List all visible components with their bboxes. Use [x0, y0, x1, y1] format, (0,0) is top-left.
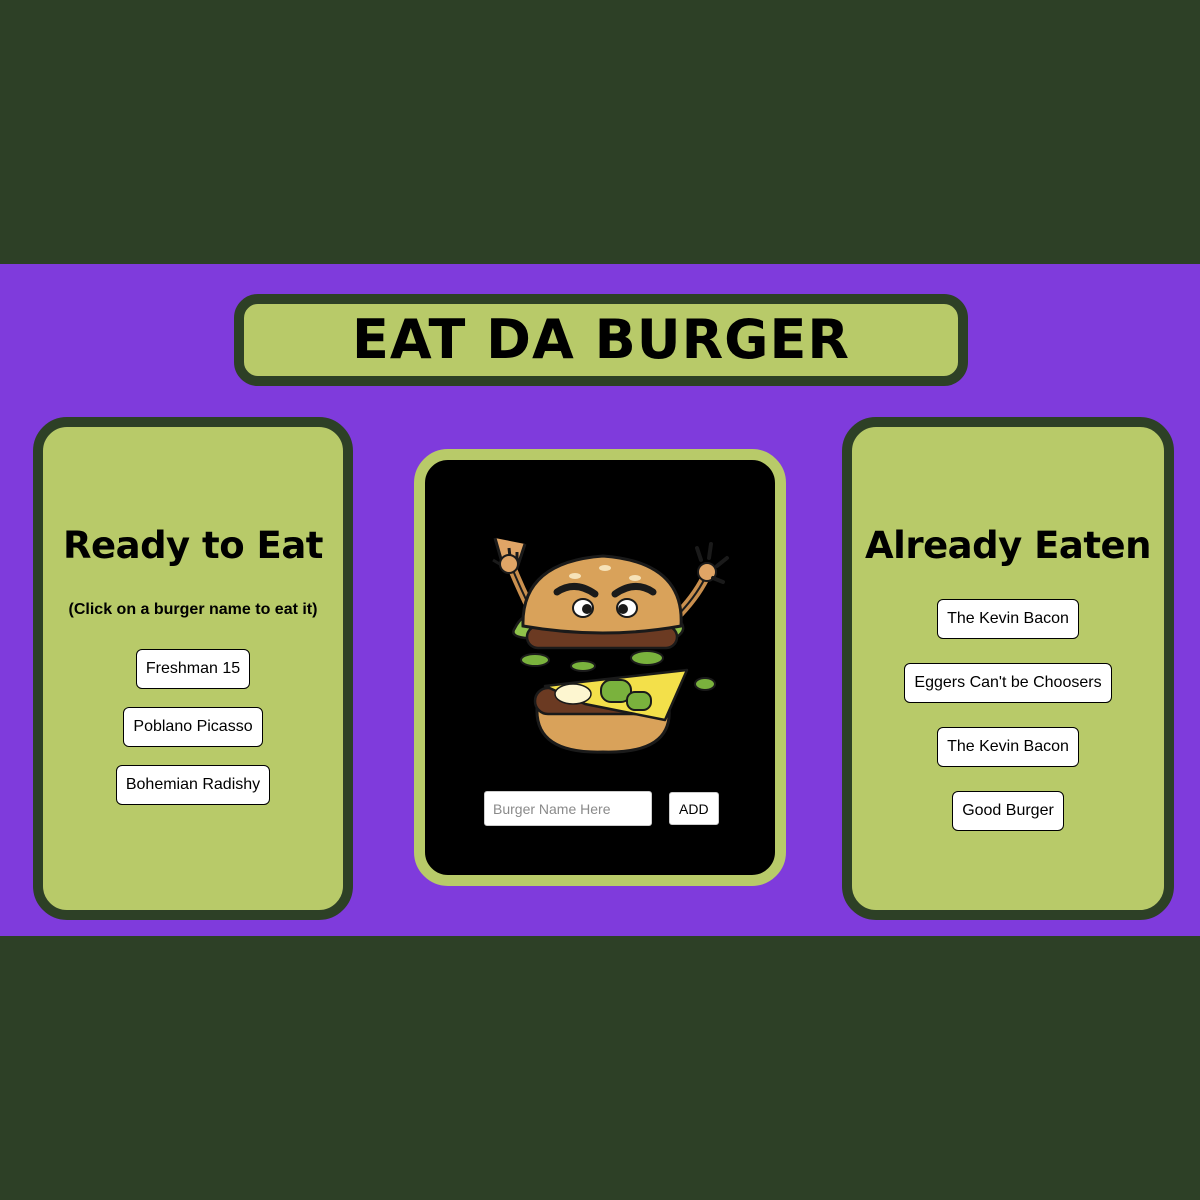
eaten-burger-list: The Kevin Bacon Eggers Can't be Choosers… — [852, 599, 1164, 831]
already-eaten-heading: Already Eaten — [865, 524, 1151, 567]
ready-burger-list: Freshman 15 Poblano Picasso Bohemian Rad… — [43, 649, 343, 805]
ready-to-eat-panel: Ready to Eat (Click on a burger name to … — [33, 417, 353, 920]
burger-name-input[interactable] — [484, 791, 652, 826]
eaten-burger-button[interactable]: The Kevin Bacon — [937, 599, 1079, 639]
burger-mascot-icon — [492, 537, 729, 754]
eaten-burger-button[interactable]: The Kevin Bacon — [937, 727, 1079, 767]
eat-instruction: (Click on a burger name to eat it) — [68, 601, 318, 618]
ready-burger-button[interactable]: Bohemian Radishy — [115, 765, 271, 805]
eaten-burger-button[interactable]: Eggers Can't be Choosers — [904, 663, 1112, 703]
eaten-burger-button[interactable]: Good Burger — [952, 791, 1064, 831]
ready-burger-button[interactable]: Freshman 15 — [135, 649, 251, 689]
page-title-box: EAT DA BURGER — [234, 294, 968, 386]
ready-to-eat-heading: Ready to Eat — [63, 524, 323, 567]
already-eaten-panel: Already Eaten The Kevin Bacon Eggers Can… — [842, 417, 1174, 920]
ready-burger-button[interactable]: Poblano Picasso — [123, 707, 263, 747]
add-burger-form: ADD — [484, 791, 719, 826]
add-burger-card: ADD — [414, 449, 786, 886]
add-button[interactable]: ADD — [669, 792, 719, 825]
page-title: EAT DA BURGER — [352, 308, 850, 371]
